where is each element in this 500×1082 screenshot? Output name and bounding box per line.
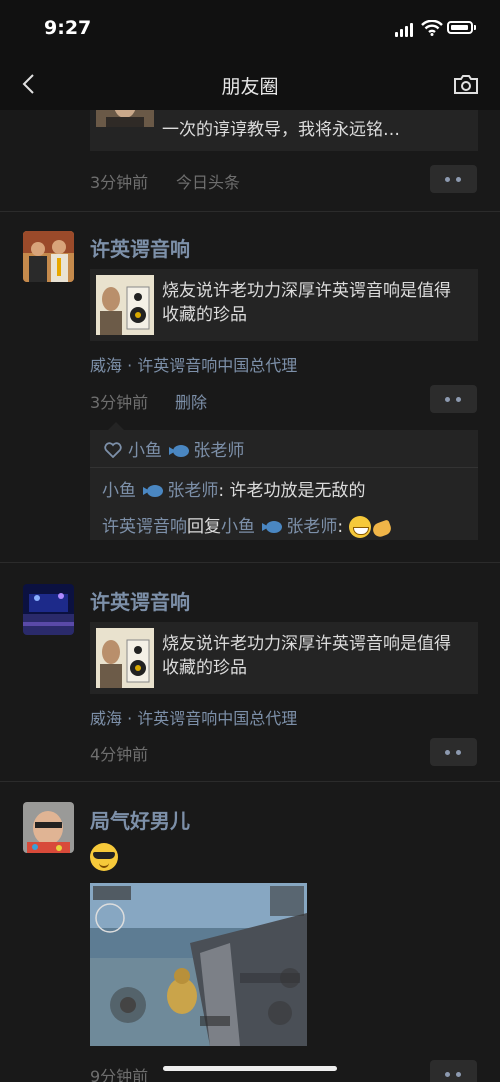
cellular-signal-icon [395,23,415,37]
comment-separator [90,467,478,468]
post-location[interactable]: 威海 · 许英谔音响中国总代理 [90,705,297,729]
reply-target[interactable]: 小鱼 [221,517,255,537]
avatar[interactable] [23,802,74,853]
comment-text: 许老功放是无敌的 [229,481,366,501]
more-options-button[interactable] [430,165,477,193]
link-card[interactable]: 一次的谆谆教导，我将永远铭… [90,110,478,151]
post-username[interactable]: 局气好男儿 [90,805,190,834]
speaker-image [96,628,154,688]
heart-icon [104,442,122,459]
comment-row[interactable]: 许英谔音响回复小鱼 张老师: [102,512,393,538]
camera-icon[interactable] [453,72,479,96]
post-time: 9分钟前 [90,1067,149,1082]
like-user[interactable]: 小鱼 [128,441,162,461]
post-divider [0,211,500,212]
status-bar: 9:27 [0,0,500,58]
reply-target-suffix[interactable]: 张老师 [286,517,337,537]
comment-author-suffix[interactable]: 张老师 [167,481,218,501]
battery-icon [447,21,473,34]
delete-button[interactable]: 删除 [175,389,207,413]
post-username[interactable]: 许英谔音响 [90,233,190,262]
reply-word: 回复 [187,517,221,537]
battery-cap [474,25,476,30]
likes-row: 小鱼 张老师 [104,436,244,461]
link-thumbnail [96,110,154,127]
post-divider [0,781,500,782]
game-screenshot [90,883,307,1046]
wifi-icon [421,20,443,36]
like-user[interactable]: 张老师 [193,441,244,461]
comment-box: 小鱼 张老师 小鱼 张老师: 许老功放是无敌的 许英谔音响回复小鱼 张老师: [90,422,478,540]
post-time: 4分钟前 [90,745,149,764]
status-time: 9:27 [44,17,92,39]
grin-emoji-icon [348,516,371,538]
more-options-button[interactable] [430,1060,477,1082]
link-title: 一次的谆谆教导，我将永远铭… [162,120,400,140]
more-options-button[interactable] [430,385,477,413]
link-title: 烧友说许老功力深厚许英谔音响是值得收藏的珍品 [162,281,451,325]
moments-feed: 一次的谆谆教导，我将永远铭… 3分钟前 今日头条 许英谔音响 烧友说许老功力深厚… [0,110,500,1082]
post-divider [0,562,500,563]
fish-emoji-icon [143,485,165,497]
post-username[interactable]: 许英谔音响 [90,586,190,615]
comment-author[interactable]: 许英谔音响 [102,517,187,537]
post-location[interactable]: 威海 · 许英谔音响中国总代理 [90,352,297,376]
ok-hand-emoji-icon [371,516,393,538]
comment-colon: : [218,481,230,501]
post-time: 3分钟前 [90,173,149,192]
avatar[interactable] [23,231,74,282]
portrait-image [96,110,154,127]
fish-emoji-icon [262,521,284,533]
comment-row[interactable]: 小鱼 张老师: 许老功放是无敌的 [102,476,366,501]
page-title: 朋友圈 [221,76,279,98]
link-title: 烧友说许老功力深厚许英谔音响是值得收藏的珍品 [162,634,451,678]
link-card[interactable]: 烧友说许老功力深厚许英谔音响是值得收藏的珍品 [90,622,478,694]
link-thumbnail [96,628,154,688]
home-indicator[interactable] [163,1066,337,1071]
comment-colon: : [337,517,349,537]
link-card[interactable]: 烧友说许老功力深厚许英谔音响是值得收藏的珍品 [90,269,478,341]
link-thumbnail [96,275,154,335]
comment-author[interactable]: 小鱼 [102,481,136,501]
post-image[interactable] [90,883,307,1046]
post-time: 3分钟前 [90,393,149,412]
avatar[interactable] [23,584,74,635]
sunglasses-emoji-icon [90,843,118,871]
post-source: 今日头条 [176,173,241,192]
speaker-image [96,275,154,335]
nav-bar: 朋友圈 [0,58,500,110]
fish-emoji-icon [169,445,191,457]
more-options-button[interactable] [430,738,477,766]
